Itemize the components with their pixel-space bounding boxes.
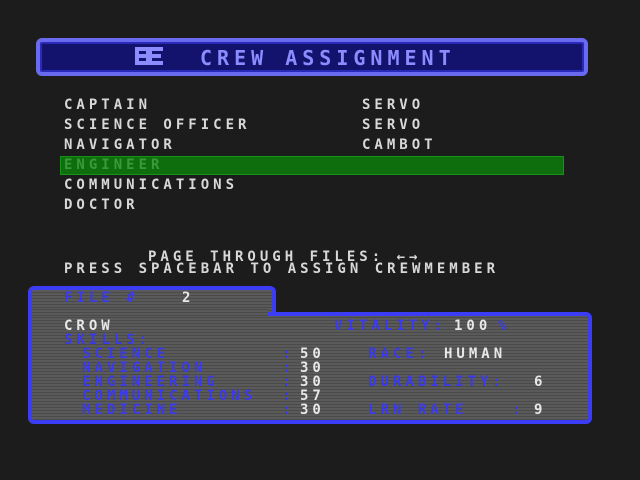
skill-value: 57 [300,388,325,404]
skill-name: NAVIGATION [82,360,207,376]
skill-colon: : [282,346,295,362]
skill-value: 30 [300,402,325,418]
vitality-value: 100 [454,318,492,334]
assign-hint: PRESS SPACEBAR TO ASSIGN CREWMEMBER [64,261,500,277]
race-label: RACE: [368,346,431,362]
assignee-captain: SERVO [362,97,425,113]
title-banner: CREW ASSIGNMENT [36,38,588,76]
starship-logo-icon [135,47,163,65]
vitality-unit: % [498,318,511,334]
skill-colon: : [282,360,295,376]
lrn-rate-value: 9 [534,402,547,418]
assignee-navigator: CAMBOT [362,137,437,153]
skill-name: COMMUNICATIONS [82,388,257,404]
skill-colon: : [282,402,295,418]
lrn-rate-colon: : [512,402,525,418]
skill-name: ENGINEERING [82,374,219,390]
skill-name: SCIENCE [82,346,170,362]
assignee-science-officer: SERVO [362,117,425,133]
durability-value: 6 [534,374,547,390]
skill-value: 50 [300,346,325,362]
role-communications[interactable]: COMMUNICATIONS [64,178,238,192]
skills-label: SKILLS: [64,332,152,348]
file-label: FILE # [64,290,139,306]
skill-value: 30 [300,360,325,376]
skill-colon: : [282,388,295,404]
race-value: HUMAN [444,346,507,362]
page-title: CREW ASSIGNMENT [200,46,456,70]
skill-colon: : [282,374,295,390]
lrn-rate-label: LRN RATE [368,402,468,418]
skill-name: MEDICINE [82,402,182,418]
vitality-label: VITALITY: [334,318,446,334]
role-science-officer[interactable]: SCIENCE OFFICER [64,118,250,132]
role-doctor[interactable]: DOCTOR [64,198,139,212]
durability-label: DURABILITY: [368,374,505,390]
skill-value: 30 [300,374,325,390]
role-captain[interactable]: CAPTAIN [64,98,151,112]
role-engineer[interactable]: ENGINEER [64,158,163,172]
file-number: 2 [182,290,195,306]
crew-name: CROW [64,318,114,334]
role-navigator[interactable]: NAVIGATOR [64,138,176,152]
